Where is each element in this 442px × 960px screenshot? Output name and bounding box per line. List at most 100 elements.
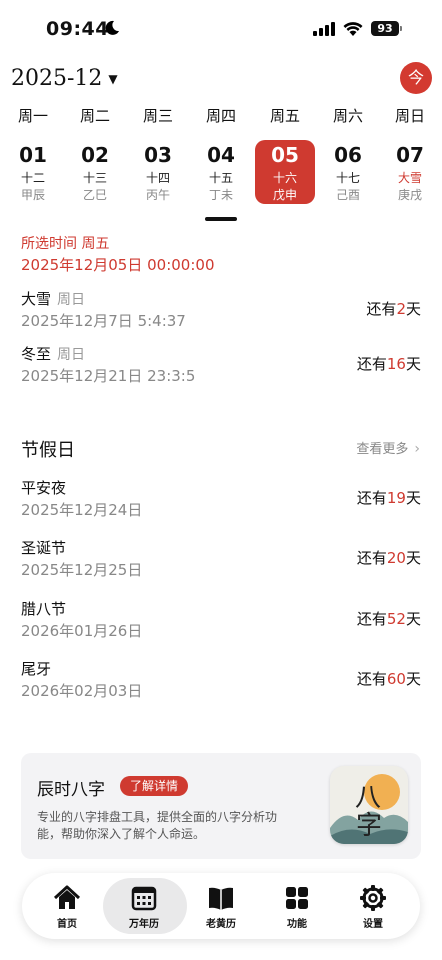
day-cell[interactable]: 03 十四 丙午 (128, 140, 188, 204)
promo-title: 辰时八字 (37, 780, 105, 800)
lunar-day: 十二 (20, 171, 45, 185)
month-label: 2025-12 (11, 66, 103, 91)
solar-term-label: 大雪 (397, 171, 422, 185)
today-button[interactable]: 今 (400, 62, 432, 94)
bazi-promo-card[interactable]: 辰时八字 了解详情 专业的八字排盘工具，提供全面的八字分析功能，帮助你深入了解个… (21, 753, 421, 859)
countdown-suffix: 天 (405, 549, 421, 567)
learn-more-button[interactable]: 了解详情 (120, 776, 189, 796)
promo-description: 专业的八字排盘工具，提供全面的八字分析功能，帮助你深入了解个人命运。 (37, 810, 278, 841)
weekday-label: 周三 (142, 107, 173, 125)
solar-term-date: 2025年12月21日 23:3:5 (21, 367, 196, 385)
ganzhi-day: 戊申 (272, 188, 297, 202)
day-cell-selected[interactable]: 05 十六 戊申 (255, 140, 315, 204)
holiday-date: 2026年02月03日 (21, 682, 143, 700)
tab-functions[interactable]: 功能 (262, 873, 332, 939)
bazi-app-logo[interactable]: 八 字 (330, 766, 408, 844)
day-cell[interactable]: 07 大雪 庚戌 (380, 140, 440, 204)
moon-icon (105, 20, 119, 35)
countdown-suffix: 天 (405, 300, 421, 318)
day-cell[interactable]: 04 十五 丁未 (191, 140, 251, 204)
countdown-days: 60 (386, 670, 406, 688)
holiday-date: 2025年12月24日 (21, 501, 143, 519)
holiday-name: 尾牙 (21, 660, 52, 678)
countdown-prefix: 还有 (366, 300, 397, 318)
tab-label: 功能 (287, 919, 307, 930)
ganzhi-day: 己酉 (335, 188, 360, 202)
weekday-header: 周一 周二 周三 周四 周五 周六 周日 (0, 105, 442, 127)
countdown-days: 20 (386, 549, 406, 567)
chevron-right-icon: › (414, 441, 420, 457)
tab-settings[interactable]: 设置 (338, 873, 408, 939)
grid-icon (286, 887, 308, 909)
tab-label: 设置 (363, 919, 383, 930)
solar-term-row[interactable]: 大雪 周日 2025年12月7日 5:4:37 还有2天 (21, 288, 421, 332)
calendar-icon (131, 886, 157, 911)
countdown-prefix: 还有 (356, 355, 387, 373)
ganzhi-day: 庚戌 (397, 188, 422, 202)
logo-char-top: 八 (355, 783, 381, 813)
solar-term-name: 冬至 (21, 345, 52, 363)
holiday-date: 2025年12月25日 (21, 561, 143, 579)
solar-term-week: 周日 (57, 347, 86, 363)
day-number: 03 (144, 143, 172, 167)
weekday-label: 周日 (394, 107, 425, 125)
day-number: 04 (207, 143, 235, 167)
countdown-suffix: 天 (405, 489, 421, 507)
countdown-days: 52 (386, 610, 406, 628)
holiday-date: 2026年01月26日 (21, 622, 143, 640)
status-bar: 09:44 93 (0, 0, 442, 58)
holiday-row[interactable]: 平安夜 2025年12月24日 还有19天 (21, 477, 421, 521)
holiday-row[interactable]: 圣诞节 2025年12月25日 还有20天 (21, 537, 421, 581)
tab-label: 首页 (57, 919, 77, 930)
day-number: 07 (396, 143, 424, 167)
day-number: 06 (334, 143, 362, 167)
countdown-days: 2 (396, 300, 406, 318)
bazi-logo-art: 八 字 (330, 774, 408, 844)
solar-term-date: 2025年12月7日 5:4:37 (21, 312, 186, 330)
wifi-icon (343, 22, 363, 36)
countdown-prefix: 还有 (356, 670, 387, 688)
tab-bar: 首页 万年历 老黄历 功能 设置 (22, 873, 420, 939)
ganzhi-day: 丁未 (208, 188, 233, 202)
holiday-row[interactable]: 尾牙 2026年02月03日 还有60天 (21, 658, 421, 702)
lunar-day: 十五 (208, 171, 233, 185)
solar-term-row[interactable]: 冬至 周日 2025年12月21日 23:3:5 还有16天 (21, 343, 421, 387)
ganzhi-day: 丙午 (145, 188, 170, 202)
weekday-label: 周五 (269, 107, 300, 125)
holiday-row[interactable]: 腊八节 2026年01月26日 还有52天 (21, 598, 421, 642)
view-more-link[interactable]: 查看更多 › (356, 438, 420, 457)
tab-label: 万年历 (129, 919, 159, 930)
lunar-day: 十四 (145, 171, 170, 185)
tab-almanac[interactable]: 老黄历 (186, 873, 256, 939)
lunar-day: 十七 (335, 171, 360, 185)
week-strip: 01 十二 甲辰 02 十三 乙巳 03 十四 丙午 04 十五 丁未 05 十… (0, 140, 442, 206)
weekday-label: 周四 (205, 107, 236, 125)
holiday-name: 腊八节 (21, 600, 67, 618)
lunar-day: 十六 (272, 171, 297, 185)
month-picker[interactable]: 2025-12 ▼ (11, 66, 118, 91)
day-cell[interactable]: 06 十七 己酉 (318, 140, 378, 204)
countdown-suffix: 天 (405, 355, 421, 373)
tab-home[interactable]: 首页 (32, 873, 102, 939)
selected-time-label: 所选时间 周五 (21, 236, 110, 252)
countdown-days: 16 (386, 355, 406, 373)
caret-down-icon: ▼ (108, 71, 118, 86)
day-cell[interactable]: 02 十三 乙巳 (65, 140, 125, 204)
weekday-label: 周一 (17, 107, 48, 125)
holiday-name: 平安夜 (21, 479, 67, 497)
book-icon (209, 887, 233, 910)
tab-label: 老黄历 (206, 919, 236, 930)
holiday-name: 圣诞节 (21, 539, 67, 557)
day-number: 05 (271, 143, 299, 167)
solar-term-week: 周日 (57, 292, 86, 308)
battery-tip (400, 26, 402, 31)
drag-handle[interactable] (205, 217, 237, 221)
tab-calendar[interactable]: 万年历 (103, 873, 187, 939)
day-cell[interactable]: 01 十二 甲辰 (3, 140, 63, 204)
battery-icon: 93 (371, 21, 399, 36)
countdown-prefix: 还有 (356, 489, 387, 507)
day-number: 01 (19, 143, 47, 167)
countdown-prefix: 还有 (356, 549, 387, 567)
signal-icon (313, 22, 335, 36)
holidays-title: 节假日 (21, 440, 75, 461)
